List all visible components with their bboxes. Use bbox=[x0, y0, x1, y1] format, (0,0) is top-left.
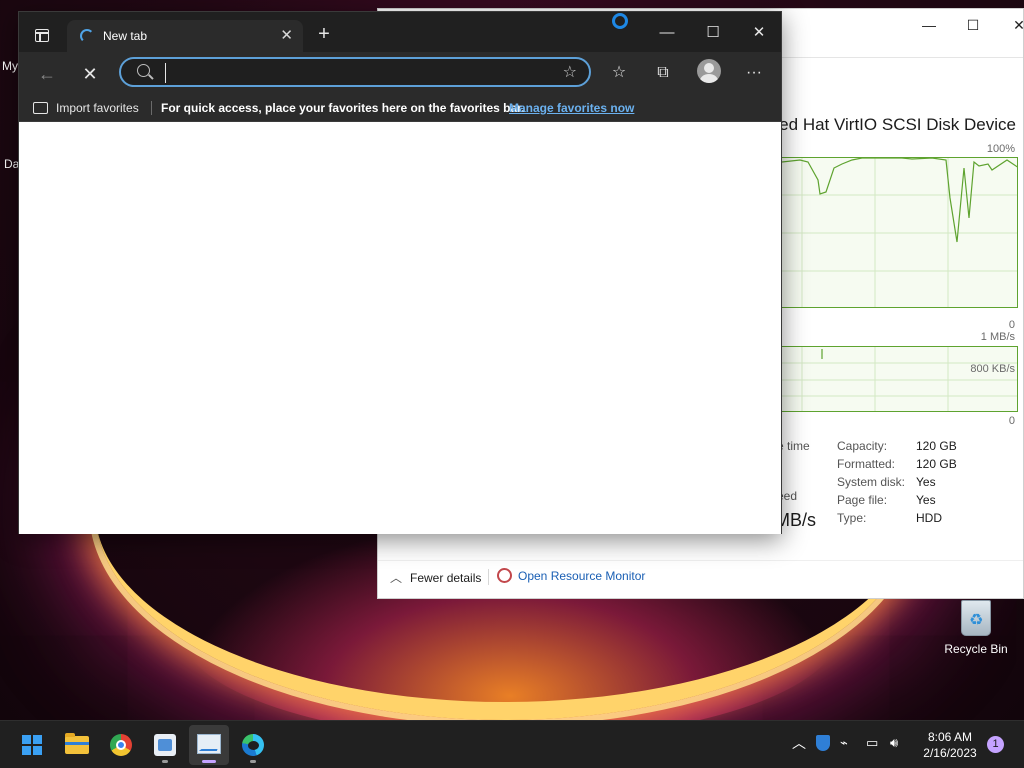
stop-loading-button[interactable]: ✕ bbox=[76, 60, 104, 88]
start-button[interactable] bbox=[12, 725, 52, 765]
chrome-button[interactable] bbox=[101, 725, 141, 765]
property-label: Formatted: bbox=[837, 457, 896, 471]
property-value: HDD bbox=[916, 511, 942, 525]
back-button[interactable]: ← bbox=[33, 60, 61, 88]
close-tab-icon[interactable]: ✕ bbox=[280, 26, 293, 44]
address-bar[interactable]: ☆ bbox=[119, 57, 591, 87]
tab-new-tab[interactable]: New tab ✕ bbox=[67, 20, 303, 52]
property-value: Yes bbox=[916, 493, 936, 507]
close-button[interactable]: ✕ bbox=[736, 18, 782, 48]
property-label: Capacity: bbox=[837, 439, 888, 453]
property-label: Type: bbox=[837, 511, 867, 525]
property-value: 120 GB bbox=[916, 439, 957, 453]
network-icon[interactable]: ⌁ bbox=[840, 735, 848, 751]
disk-device-title: Red Hat VirtIO SCSI Disk Device bbox=[766, 115, 1016, 134]
minimize-button[interactable]: — bbox=[644, 18, 690, 48]
minimize-button[interactable]: — bbox=[906, 11, 952, 39]
property-value: 120 GB bbox=[916, 457, 957, 471]
task-manager-footer: ︿ Fewer details Open Resource Monitor bbox=[378, 560, 1023, 600]
task-manager-icon bbox=[197, 734, 221, 754]
import-icon bbox=[33, 102, 48, 114]
file-explorer-icon bbox=[65, 733, 89, 754]
recycle-bin[interactable]: ♻ Recycle Bin bbox=[940, 600, 1012, 656]
recycle-bin-label: Recycle Bin bbox=[944, 642, 1008, 656]
running-indicator bbox=[202, 760, 216, 763]
clock-time: 8:06 AM bbox=[927, 730, 973, 744]
fewer-details-label: Fewer details bbox=[410, 571, 482, 585]
edge-button[interactable] bbox=[233, 725, 273, 765]
active-time-chart bbox=[782, 158, 1017, 307]
add-favorite-icon[interactable]: ☆ bbox=[563, 62, 577, 82]
favorites-bar: Import favorites For quick access, place… bbox=[19, 94, 781, 122]
windows-logo-icon bbox=[22, 735, 42, 755]
close-button[interactable]: ✕ bbox=[996, 11, 1024, 39]
tab-actions-icon bbox=[35, 29, 49, 42]
divider bbox=[488, 569, 489, 585]
transfer-min-label: 0 bbox=[1008, 415, 1015, 427]
transfer-rate-graph bbox=[781, 346, 1018, 412]
property-value: Yes bbox=[916, 475, 936, 489]
collections-button[interactable]: ⧉ bbox=[648, 58, 678, 88]
tab-actions-button[interactable] bbox=[29, 22, 55, 48]
manage-favorites-link[interactable]: Manage favorites now bbox=[509, 101, 634, 115]
taskbar-clock[interactable]: 8:06 AM 2/16/2023 bbox=[918, 729, 982, 761]
property-label: System disk: bbox=[837, 475, 906, 489]
property-label: Page file: bbox=[837, 493, 888, 507]
tab-strip[interactable]: New tab ✕ + — ☐ ✕ bbox=[19, 12, 781, 52]
resource-monitor-icon bbox=[154, 734, 176, 756]
busy-cursor-icon bbox=[612, 13, 628, 29]
more-options-button[interactable]: ··· bbox=[739, 58, 769, 88]
import-favorites-button[interactable]: Import favorites bbox=[33, 101, 139, 115]
search-icon bbox=[137, 64, 150, 77]
transfer-max-label: 1 MB/s bbox=[980, 331, 1015, 343]
page-content[interactable] bbox=[19, 122, 781, 534]
notification-badge[interactable]: 1 bbox=[987, 736, 1004, 753]
recycle-bin-icon: ♻ bbox=[961, 600, 991, 636]
running-indicator bbox=[250, 760, 256, 763]
fewer-details-button[interactable]: ︿ Fewer details bbox=[390, 569, 481, 586]
file-explorer-button[interactable] bbox=[57, 725, 97, 765]
active-time-graph bbox=[781, 157, 1018, 308]
taskbar: ︿ ⌁ ▭ 🔊︎ 8:06 AM 2/16/2023 1 bbox=[0, 720, 1024, 768]
transfer-mid-label: 800 KB/s bbox=[970, 363, 1015, 375]
volume-icon[interactable]: 🔊︎ bbox=[890, 735, 898, 751]
new-tab-button[interactable]: + bbox=[311, 24, 337, 46]
task-manager-button[interactable] bbox=[189, 725, 229, 765]
loading-spinner-icon bbox=[80, 29, 94, 43]
divider bbox=[151, 101, 152, 115]
favorites-button[interactable]: ☆ bbox=[604, 58, 634, 88]
transfer-rate-chart bbox=[782, 347, 1017, 411]
show-hidden-icons-button[interactable]: ︿ bbox=[792, 733, 806, 753]
address-input[interactable] bbox=[165, 63, 545, 83]
tab-title: New tab bbox=[103, 29, 148, 43]
running-indicator bbox=[162, 760, 168, 763]
import-favorites-label: Import favorites bbox=[56, 101, 139, 115]
desktop-icon-label[interactable]: My bbox=[2, 59, 18, 73]
profile-avatar-icon[interactable] bbox=[697, 59, 721, 83]
favorites-bar-hint: For quick access, place your favorites h… bbox=[161, 101, 525, 115]
graph-max-label: 100% bbox=[986, 143, 1015, 155]
resource-monitor-icon bbox=[497, 568, 512, 583]
edge-icon bbox=[242, 734, 264, 756]
display-icon[interactable]: ▭ bbox=[866, 735, 878, 751]
maximize-button[interactable]: ☐ bbox=[690, 18, 736, 48]
chevron-up-icon: ︿ bbox=[390, 571, 403, 585]
open-resource-monitor-link[interactable]: Open Resource Monitor bbox=[518, 569, 645, 583]
resource-monitor-button[interactable] bbox=[145, 725, 185, 765]
graph-min-label: 0 bbox=[1008, 319, 1015, 331]
security-shield-icon[interactable] bbox=[816, 735, 830, 754]
clock-date: 2/16/2023 bbox=[923, 746, 977, 760]
chrome-icon bbox=[110, 734, 132, 756]
maximize-button[interactable]: ☐ bbox=[950, 11, 996, 39]
edge-browser-window: New tab ✕ + — ☐ ✕ ← ✕ ☆ ☆ ⧉ ··· Import f… bbox=[18, 11, 782, 534]
